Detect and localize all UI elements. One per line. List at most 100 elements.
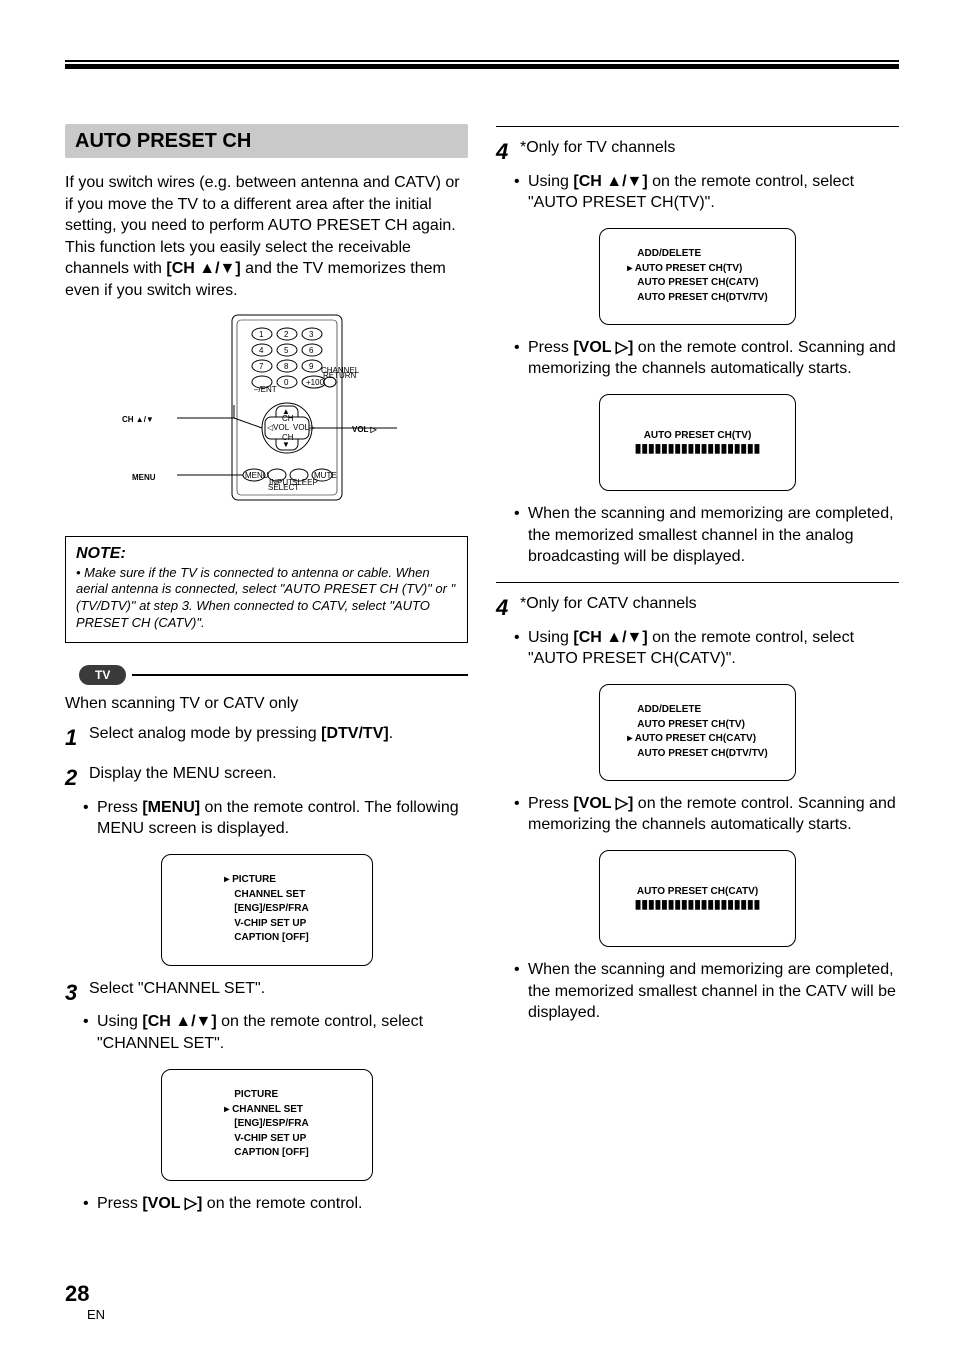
s2ba: Press [97, 799, 142, 816]
osd-item: AUTO PRESET CH(DTV/TV) [637, 748, 767, 759]
bullet-dot: • [514, 337, 528, 380]
note-body: • Make sure if the TV is connected to an… [76, 565, 457, 633]
step-4catv-b3: • When the scanning and memorizing are c… [514, 959, 899, 1024]
left-column: AUTO PRESET CH If you switch wires (e.g.… [65, 124, 468, 1218]
remote-diagram: 123 456 789 0+100 –/ENT CHANNELRETURN ▲▼… [65, 310, 468, 510]
osd-item: PICTURE [234, 1089, 278, 1100]
osd-item: V-CHIP SET UP [234, 1133, 306, 1144]
osd-ch-tv: ADD/DELETE ▸ AUTO PRESET CH(TV) AUTO PRE… [599, 228, 796, 325]
osd-item: AUTO PRESET CH(TV) [635, 263, 743, 274]
bullet-dot: • [514, 959, 528, 1024]
key-menu: [MENU] [142, 799, 200, 816]
step-3c-bullet: • Press [VOL ▷] on the remote control. [83, 1193, 468, 1215]
svg-text:CH: CH [282, 414, 294, 423]
osd-item: AUTO PRESET CH(CATV) [635, 733, 756, 744]
s4tvba: Using [528, 173, 573, 190]
osd-item: AUTO PRESET CH(CATV) [637, 277, 758, 288]
osd-item: PICTURE [232, 874, 276, 885]
step-num: 2 [65, 763, 89, 793]
progress-bar: ▮▮▮▮▮▮▮▮▮▮▮▮▮▮▮▮▮▮▮ [635, 897, 760, 911]
intro-text: If you switch wires (e.g. between antenn… [65, 172, 468, 302]
key-vol3: [VOL ▷] [573, 795, 633, 812]
osd-item: AUTO PRESET CH(TV) [637, 719, 745, 730]
osd-menu-picture: ▸ PICTURE CHANNEL SET [ENG]/ESP/FRA V-CH… [161, 854, 373, 966]
osd-item: ADD/DELETE [637, 704, 701, 715]
bullet-dot: • [83, 1011, 97, 1054]
s3cb: on the remote control. [202, 1195, 362, 1212]
step-num: 3 [65, 978, 89, 1008]
bullet-dot: • [83, 1193, 97, 1215]
label-vol: VOL ▷ [352, 425, 378, 434]
svg-text:1: 1 [259, 330, 264, 339]
svg-text:2: 2 [284, 330, 289, 339]
note-title: NOTE: [76, 545, 457, 563]
bullet-dot: • [514, 793, 528, 836]
bullet-dot: • [514, 503, 528, 568]
s3ca: Press [97, 1195, 142, 1212]
tv-pill-row: TV [65, 665, 468, 685]
tv-pill-rule [132, 674, 468, 676]
progress-title: AUTO PRESET CH(CATV) [637, 886, 758, 897]
rule-thin [65, 60, 899, 62]
tv-subhead: When scanning TV or CATV only [65, 695, 468, 713]
s4tvh: *Only for TV channels [520, 137, 899, 167]
svg-text:7: 7 [259, 362, 264, 371]
s4catvh: *Only for CATV channels [520, 593, 899, 623]
key-ch: [CH ▲/▼] [166, 260, 240, 277]
svg-text:0: 0 [284, 378, 289, 387]
step-2-bullet: • Press [MENU] on the remote control. Th… [83, 797, 468, 840]
osd-item: CAPTION [OFF] [234, 932, 308, 943]
step-num: 1 [65, 723, 89, 753]
osd-menu-channel: PICTURE ▸ CHANNEL SET [ENG]/ESP/FRA V-CH… [161, 1069, 373, 1181]
svg-text:MENU: MENU [245, 471, 269, 480]
s1b: . [389, 725, 393, 742]
step-rule [496, 582, 899, 583]
section-title: AUTO PRESET CH [65, 124, 468, 158]
svg-text:+100: +100 [306, 378, 325, 387]
rule-thick [65, 64, 899, 69]
osd-progress-tv: AUTO PRESET CH(TV) ▮▮▮▮▮▮▮▮▮▮▮▮▮▮▮▮▮▮▮ [599, 394, 796, 491]
osd-item: ADD/DELETE [637, 248, 701, 259]
step-4-tv: 4 *Only for TV channels [496, 137, 899, 167]
page-lang: EN [87, 1307, 105, 1322]
s4catvba: Using [528, 629, 573, 646]
key-dtv: [DTV/TV] [321, 725, 389, 742]
step-4-catv: 4 *Only for CATV channels [496, 593, 899, 623]
s4tvca: Press [528, 339, 573, 356]
step-1: 1 Select analog mode by pressing [DTV/TV… [65, 723, 468, 753]
svg-text:4: 4 [259, 346, 264, 355]
svg-text:◁VOL: ◁VOL [267, 423, 290, 432]
bullet-dot: • [514, 627, 528, 670]
bullet-dot: • [514, 171, 528, 214]
osd-item: CHANNEL SET [234, 889, 305, 900]
s4tvd: When the scanning and memorizing are com… [528, 503, 899, 568]
s4catvd: When the scanning and memorizing are com… [528, 959, 899, 1024]
key-vol2: [VOL ▷] [573, 339, 633, 356]
step-rule [496, 126, 899, 127]
s2: Display the MENU screen. [89, 763, 468, 793]
key-vol: [VOL ▷] [142, 1195, 202, 1212]
s3: Select "CHANNEL SET". [89, 978, 468, 1008]
page-number: 28 EN [65, 1281, 105, 1322]
svg-text:3: 3 [309, 330, 314, 339]
svg-text:8: 8 [284, 362, 289, 371]
s3ba: Using [97, 1013, 142, 1030]
osd-item: [ENG]/ESP/FRA [234, 903, 308, 914]
step-num: 4 [496, 137, 520, 167]
key-ch3: [CH ▲/▼] [573, 173, 647, 190]
svg-text:9: 9 [309, 362, 314, 371]
right-column: 4 *Only for TV channels • Using [CH ▲/▼]… [496, 124, 899, 1218]
label-menu: MENU [132, 473, 156, 482]
svg-text:RETURN: RETURN [323, 371, 357, 380]
step-4tv-b1: • Using [CH ▲/▼] on the remote control, … [514, 171, 899, 214]
label-ch: CH ▲/▼ [122, 415, 154, 424]
osd-ch-catv: ADD/DELETE AUTO PRESET CH(TV) ▸ AUTO PRE… [599, 684, 796, 781]
bullet-dot: • [83, 797, 97, 840]
tv-pill: TV [79, 665, 126, 685]
osd-item: CHANNEL SET [232, 1104, 303, 1115]
svg-text:CH: CH [282, 433, 294, 442]
svg-text:MUTE: MUTE [314, 471, 337, 480]
step-4catv-b1: • Using [CH ▲/▼] on the remote control, … [514, 627, 899, 670]
step-4catv-b2: • Press [VOL ▷] on the remote control. S… [514, 793, 899, 836]
osd-item: CAPTION [OFF] [234, 1147, 308, 1158]
